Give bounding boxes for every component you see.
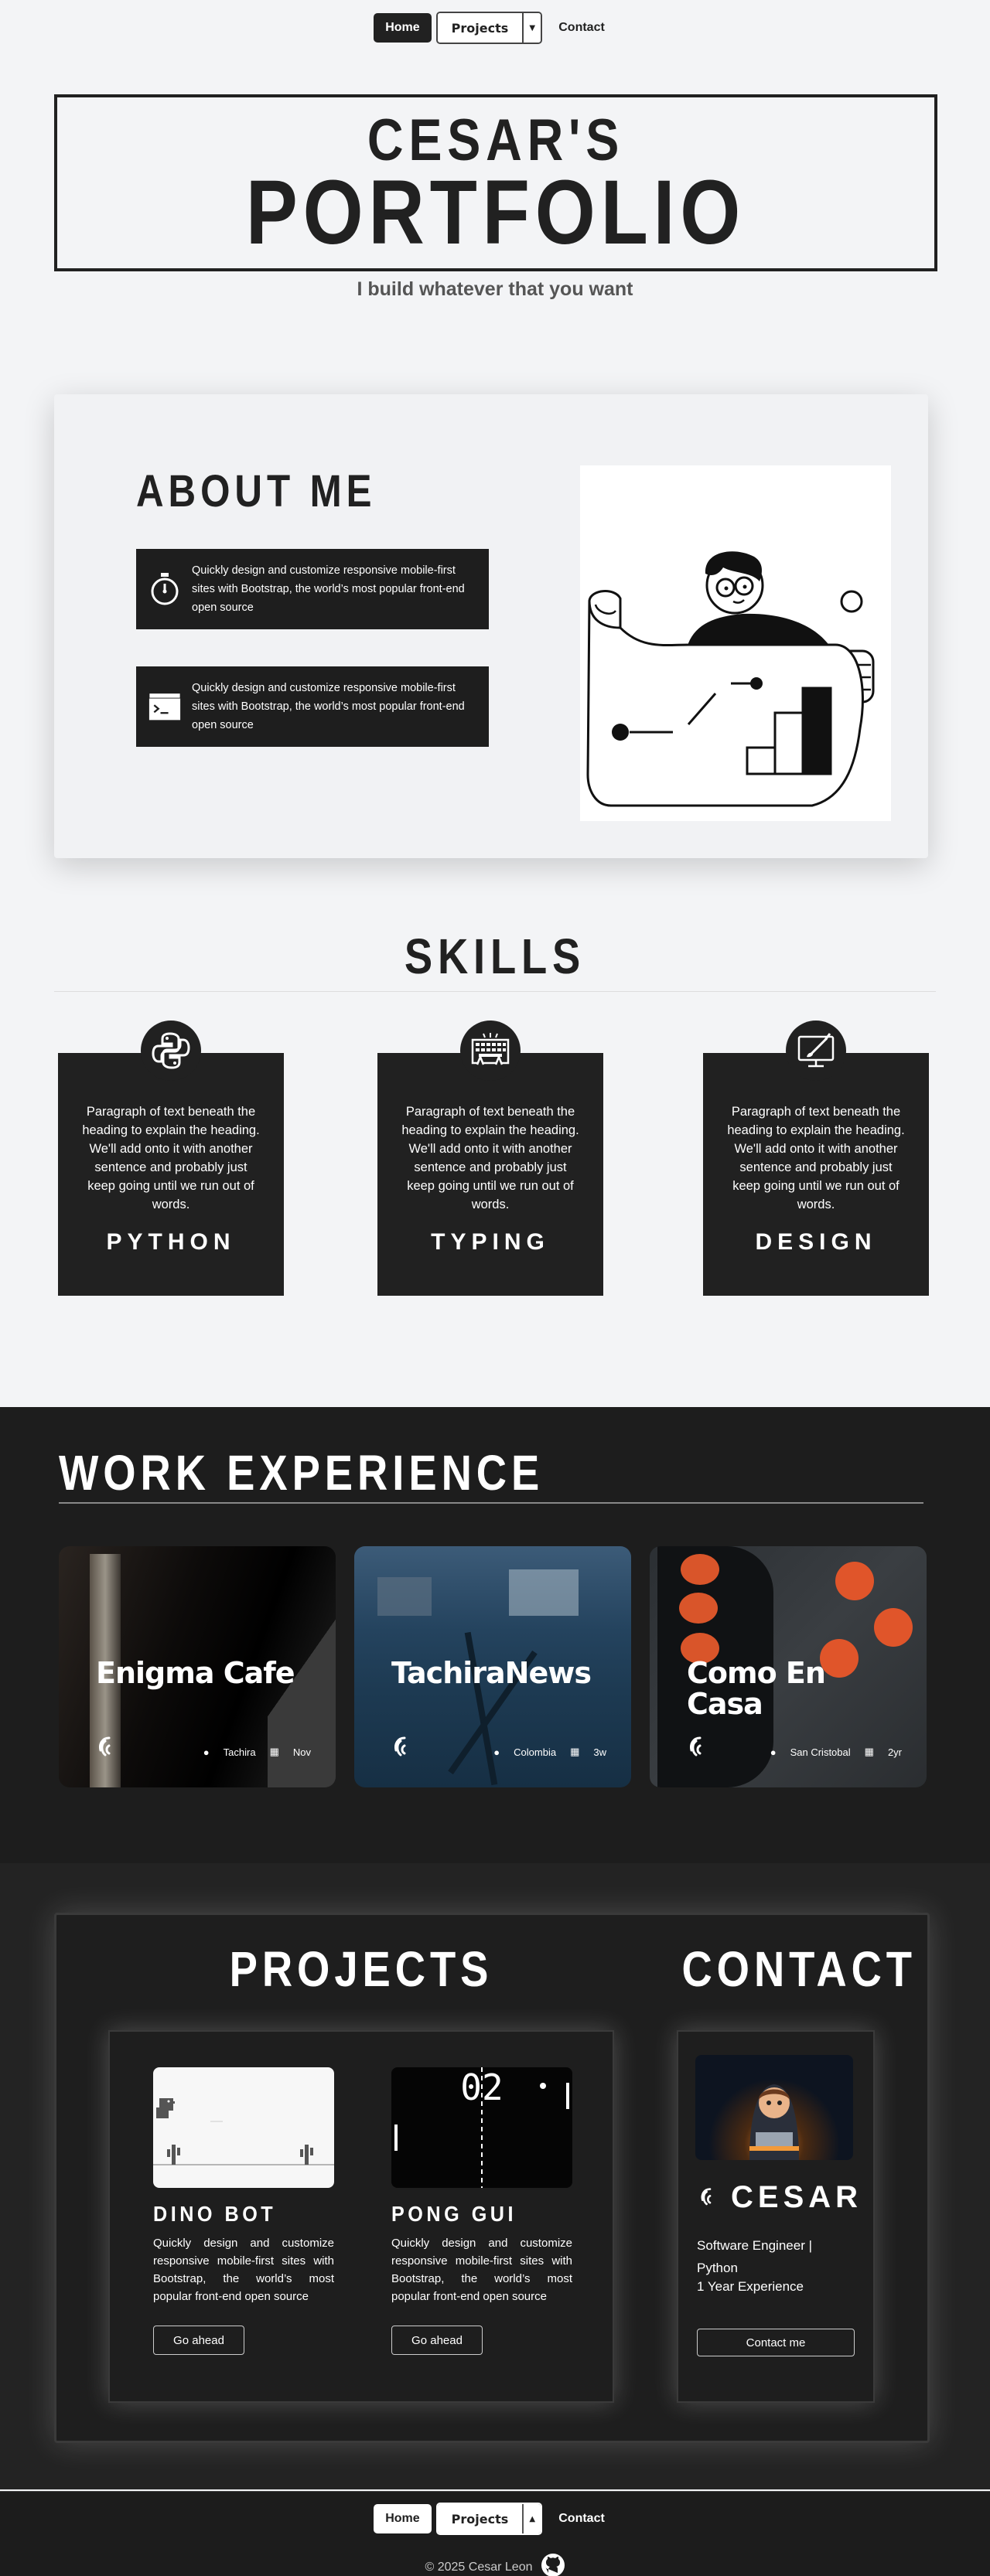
avatar — [695, 2055, 853, 2160]
swirl-logo-icon — [687, 1735, 713, 1764]
chevron-down-icon[interactable]: ▼ — [524, 13, 541, 43]
nav-projects-button[interactable]: Projects — [437, 13, 524, 43]
work-card[interactable]: TachiraNews ● Colombia ▦ 3w — [354, 1546, 631, 1787]
work-section: WORK EXPERIENCE Enigma Cafe ● Tachira ▦ No… — [0, 1407, 990, 1863]
python-icon — [141, 1021, 201, 1081]
pong-score: 02 — [460, 2067, 503, 2108]
calendar-icon: ▦ — [269, 1746, 279, 1757]
nav-projects-group: Projects ▼ — [435, 12, 543, 44]
projects-title: PROJECTS — [229, 1941, 493, 1997]
skill-card: Paragraph of text beneath the heading to… — [58, 1021, 284, 1296]
swirl-logo-icon — [391, 1735, 418, 1764]
skill-name: PYTHON — [106, 1229, 236, 1255]
about-card: Quickly design and customize responsive … — [136, 666, 489, 747]
card-photo-detail — [377, 1577, 432, 1616]
project-card: DINO BOT Quickly design and customize re… — [153, 2067, 337, 2355]
skill-name: TYPING — [431, 1229, 550, 1255]
work-card-location: Tachira — [223, 1746, 256, 1758]
swirl-logo-icon — [701, 2187, 712, 2205]
project-name: DINO BOT — [153, 2202, 277, 2226]
nav-projects-button[interactable]: Projects — [437, 2504, 524, 2533]
hero-title-line2: PORTFOLIO — [245, 162, 746, 264]
pong-game-thumbnail: 02 — [391, 2067, 572, 2188]
keyboard-typing-icon — [460, 1021, 521, 1081]
card-photo-detail — [509, 1569, 579, 1616]
card-photo-detail — [835, 1562, 874, 1600]
skill-name: DESIGN — [755, 1229, 877, 1255]
about-card-text: Quickly design and customize responsive … — [192, 682, 465, 731]
work-card-title: TachiraNews — [391, 1656, 592, 1690]
copyright-text: © 2025 Cesar Leon — [425, 2560, 533, 2574]
developer-illustration — [580, 465, 891, 821]
skills-title: SKILLS — [404, 929, 586, 984]
top-nav: Home Projects ▼ Contact — [0, 12, 990, 44]
work-card-date: Nov — [292, 1746, 311, 1758]
card-photo-detail — [874, 1608, 913, 1647]
projects-panel: DINO BOT Quickly design and customize re… — [108, 2030, 614, 2403]
skill-text: Paragraph of text beneath the heading to… — [727, 1105, 905, 1211]
location-pin-icon: ● — [493, 1746, 500, 1758]
nav-home-button[interactable]: Home — [374, 2504, 432, 2533]
footer-copyright-row: © 2025 Cesar Leon — [0, 2553, 990, 2576]
work-card-location: San Cristobal — [790, 1746, 851, 1758]
skill-text: Paragraph of text beneath the heading to… — [401, 1105, 579, 1211]
swirl-logo-icon — [96, 1735, 122, 1764]
location-pin-icon: ● — [203, 1746, 210, 1758]
contact-me-button[interactable]: Contact me — [697, 2329, 855, 2356]
stopwatch-icon — [148, 573, 181, 605]
skills-divider — [54, 991, 936, 992]
go-ahead-button[interactable]: Go ahead — [153, 2326, 244, 2355]
calendar-icon: ▦ — [864, 1746, 874, 1757]
work-card-location: Colombia — [514, 1746, 557, 1758]
contact-panel: CESAR Software Engineer | Python 1 Year … — [677, 2030, 875, 2403]
nav-contact-link[interactable]: Contact — [547, 13, 616, 43]
card-photo-detail — [679, 1593, 718, 1624]
project-name: PONG GUI — [391, 2202, 517, 2226]
work-card[interactable]: Como En Casa ● San Cristobal ▦ 2yr — [650, 1546, 927, 1787]
footer-nav: Home Projects ▲ Contact — [0, 2503, 990, 2535]
skill-card: Paragraph of text beneath the heading to… — [703, 1021, 929, 1296]
work-title: WORK EXPERIENCE — [59, 1445, 544, 1501]
project-text: Quickly design and customize responsive … — [153, 2237, 334, 2303]
nav-projects-group: Projects ▲ — [435, 2503, 543, 2535]
design-monitor-icon — [786, 1021, 846, 1081]
work-card-date: 2yr — [887, 1746, 902, 1758]
work-divider — [59, 1502, 923, 1504]
contact-name-row: CESAR — [698, 2180, 862, 2215]
footer: Home Projects ▲ Contact © 2025 Cesar Leo… — [0, 2491, 990, 2576]
nav-contact-link[interactable]: Contact — [547, 2504, 616, 2533]
about-card-text: Quickly design and customize responsive … — [192, 564, 465, 614]
location-pin-icon: ● — [770, 1746, 777, 1758]
about-card: Quickly design and customize responsive … — [136, 549, 489, 629]
contact-name: CESAR — [731, 2180, 863, 2214]
footer-divider — [0, 2491, 990, 2492]
go-ahead-button[interactable]: Go ahead — [391, 2326, 483, 2355]
chevron-up-icon[interactable]: ▲ — [524, 2504, 541, 2533]
calendar-icon: ▦ — [570, 1746, 580, 1757]
work-card[interactable]: Enigma Cafe ● Tachira ▦ Nov — [59, 1546, 336, 1787]
hero-subtitle: I build whatever that you want — [357, 278, 633, 300]
about-title: ABOUT ME — [136, 466, 377, 516]
contact-title: CONTACT — [681, 1941, 917, 1997]
skill-card: Paragraph of text beneath the heading to… — [377, 1021, 603, 1296]
terminal-icon — [148, 690, 181, 723]
project-text: Quickly design and customize responsive … — [391, 2237, 572, 2303]
github-icon[interactable] — [541, 2553, 565, 2576]
dino-game-thumbnail — [153, 2067, 334, 2188]
project-card: 02 PONG GUI Quickly design and customize… — [391, 2067, 575, 2355]
work-card-title: Como En Casa — [687, 1656, 826, 1721]
contact-role: Software Engineer | Python — [697, 2238, 812, 2275]
skill-text: Paragraph of text beneath the heading to… — [82, 1105, 260, 1211]
nav-home-button[interactable]: Home — [374, 13, 432, 43]
about-section: ABOUT ME Quickly design and customize re… — [54, 394, 928, 858]
card-photo-detail — [681, 1554, 719, 1585]
contact-experience: 1 Year Experience — [697, 2279, 804, 2294]
hero-title-box: CESAR'S PORTFOLIO — [54, 94, 937, 271]
work-card-date: 3w — [593, 1746, 606, 1758]
work-card-title: Enigma Cafe — [96, 1656, 295, 1690]
